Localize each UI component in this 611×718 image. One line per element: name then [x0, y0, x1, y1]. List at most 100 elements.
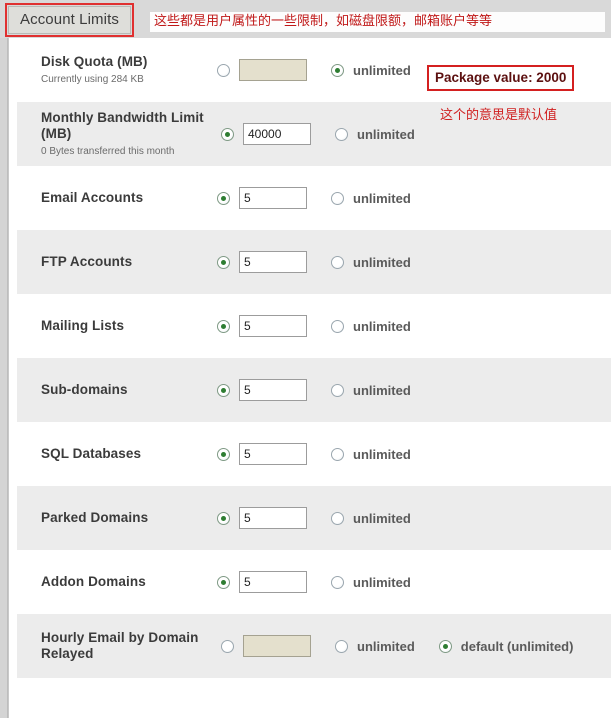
limit-row-label: Addon Domains — [41, 574, 146, 589]
value-option-group — [217, 507, 307, 529]
limit-row-controls: unlimited — [217, 379, 611, 401]
limit-row-label: Sub-domains — [41, 382, 128, 397]
limit-row-label-cell: Disk Quota (MB) Currently using 284 KB — [17, 54, 217, 86]
radio-specific-value[interactable] — [221, 127, 234, 141]
value-option-group — [221, 123, 311, 145]
limit-row-controls: unlimited — [217, 571, 611, 593]
value-option-group — [221, 635, 311, 657]
limit-row: Parked Domains unlimited — [17, 486, 611, 550]
radio-specific-value[interactable] — [217, 511, 230, 525]
radio-specific-value[interactable] — [217, 575, 230, 589]
radio-unlimited[interactable] — [331, 575, 344, 589]
limit-value-input[interactable] — [239, 187, 307, 209]
limit-row: Addon Domains unlimited — [17, 550, 611, 614]
package-value-callout: Package value: 2000 — [427, 65, 575, 91]
option-unlimited[interactable]: unlimited — [331, 255, 411, 270]
limit-row: FTP Accounts unlimited — [17, 230, 611, 294]
radio-unlimited[interactable] — [331, 63, 344, 77]
value-option-group — [217, 315, 307, 337]
limit-row-controls: unlimited — [217, 507, 611, 529]
option-unlimited-label: unlimited — [353, 382, 411, 398]
limit-value-input[interactable] — [239, 315, 307, 337]
radio-unlimited[interactable] — [331, 383, 344, 397]
limit-value-input[interactable] — [239, 571, 307, 593]
limit-row-label-cell: FTP Accounts — [17, 254, 217, 270]
option-unlimited-label: unlimited — [353, 190, 411, 206]
limit-row-label: Hourly Email by Domain Relayed — [41, 630, 199, 661]
option-unlimited[interactable]: unlimited — [331, 191, 411, 206]
radio-specific-value[interactable] — [217, 447, 230, 461]
limit-row-label: SQL Databases — [41, 446, 142, 461]
radio-unlimited[interactable] — [331, 447, 344, 461]
limit-row-label-cell: Addon Domains — [17, 574, 217, 590]
limit-row-label-cell: Sub-domains — [17, 382, 217, 398]
radio-unlimited[interactable] — [331, 319, 344, 333]
limit-row-controls: unlimited — [217, 443, 611, 465]
limit-row-sublabel: Currently using 284 KB — [41, 74, 144, 85]
option-unlimited[interactable]: unlimited — [331, 575, 411, 590]
limit-row-label-cell: Mailing Lists — [17, 318, 217, 334]
limit-value-input[interactable] — [239, 59, 307, 81]
radio-specific-value[interactable] — [217, 63, 230, 77]
limit-value-input[interactable] — [243, 635, 311, 657]
radio-unlimited[interactable] — [331, 511, 344, 525]
option-unlimited[interactable]: unlimited — [331, 319, 411, 334]
top-bar: Account Limits 这些都是用户属性的一些限制，如磁盘限额，邮箱账户等… — [0, 0, 611, 38]
radio-specific-value[interactable] — [217, 255, 230, 269]
account-limits-tab-highlight: Account Limits — [5, 3, 134, 37]
limit-row-label: Email Accounts — [41, 190, 144, 205]
limit-row-sublabel: 0 Bytes transferred this month — [41, 146, 175, 157]
default-value-annotation: 这个的意思是默认值 — [440, 108, 558, 123]
limit-row-controls: unlimited — [217, 315, 611, 337]
option-unlimited[interactable]: unlimited — [331, 383, 411, 398]
option-unlimited[interactable]: unlimited — [335, 127, 415, 142]
limit-value-input[interactable] — [239, 379, 307, 401]
value-option-group — [217, 251, 307, 273]
limit-row-label: FTP Accounts — [41, 254, 133, 269]
option-unlimited-label: unlimited — [353, 446, 411, 462]
left-gutter — [0, 38, 8, 718]
radio-unlimited[interactable] — [335, 639, 348, 653]
value-option-group — [217, 379, 307, 401]
radio-unlimited[interactable] — [335, 127, 348, 141]
option-unlimited[interactable]: unlimited — [335, 639, 415, 654]
radio-specific-value[interactable] — [221, 639, 234, 653]
limit-row-label-cell: SQL Databases — [17, 446, 217, 462]
limit-row: SQL Databases unlimited — [17, 422, 611, 486]
value-option-group — [217, 443, 307, 465]
limit-row: Hourly Email by Domain Relayed unlimited d… — [17, 614, 611, 678]
limit-row-label-cell: Monthly Bandwidth Limit (MB) 0 Bytes tran… — [17, 110, 221, 158]
option-unlimited-label: unlimited — [353, 510, 411, 526]
limit-row: Mailing Lists unlimited — [17, 294, 611, 358]
limit-row-controls: unlimited — [217, 187, 611, 209]
limit-row-controls: unlimited — [217, 251, 611, 273]
option-unlimited[interactable]: unlimited — [331, 63, 411, 78]
limit-value-input[interactable] — [243, 123, 311, 145]
radio-specific-value[interactable] — [217, 383, 230, 397]
radio-specific-value[interactable] — [217, 191, 230, 205]
option-unlimited-label: unlimited — [357, 126, 415, 142]
radio-default-unlimited[interactable] — [438, 639, 452, 653]
value-option-group — [217, 187, 307, 209]
limit-value-input[interactable] — [239, 443, 307, 465]
option-unlimited-label: unlimited — [353, 254, 411, 270]
header-annotation-note: 这些都是用户属性的一些限制，如磁盘限额，邮箱账户等等 — [150, 12, 605, 32]
option-default-unlimited[interactable]: default (unlimited) — [438, 638, 574, 654]
option-unlimited[interactable]: unlimited — [331, 447, 411, 462]
limit-value-input[interactable] — [239, 251, 307, 273]
option-unlimited[interactable]: unlimited — [331, 511, 411, 526]
limit-row-label: Mailing Lists — [41, 318, 125, 333]
limit-row-label: Parked Domains — [41, 510, 149, 525]
radio-unlimited[interactable] — [331, 191, 344, 205]
radio-unlimited[interactable] — [331, 255, 344, 269]
tab-account-limits[interactable]: Account Limits — [8, 6, 131, 34]
limit-value-input[interactable] — [239, 507, 307, 529]
option-unlimited-label: unlimited — [353, 62, 411, 78]
account-limits-screen: Account Limits 这些都是用户属性的一些限制，如磁盘限额，邮箱账户等… — [0, 0, 611, 718]
radio-specific-value[interactable] — [217, 319, 230, 333]
value-option-group — [217, 571, 307, 593]
limit-row-label-cell: Email Accounts — [17, 190, 217, 206]
limit-row-label: Monthly Bandwidth Limit (MB) — [41, 110, 204, 141]
option-default-unlimited-label: default (unlimited) — [460, 638, 574, 654]
limit-row: Email Accounts unlimited — [17, 166, 611, 230]
